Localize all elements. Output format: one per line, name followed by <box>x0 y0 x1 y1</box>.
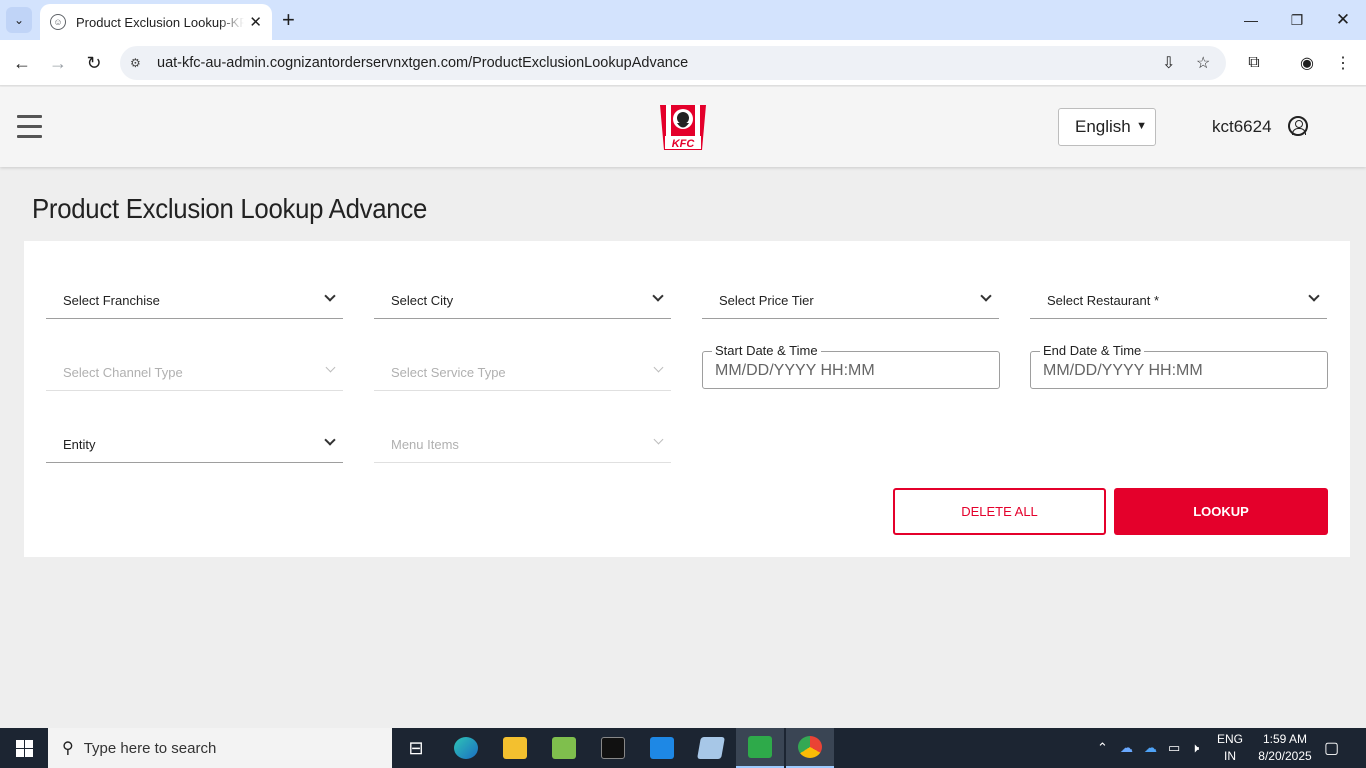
reload-icon[interactable]: ↻ <box>81 50 107 76</box>
end-date-label: End Date & Time <box>1040 343 1145 358</box>
account-icon[interactable] <box>1288 116 1308 136</box>
extensions-icon[interactable]: ⧉ <box>1243 52 1265 74</box>
chevron-down-icon <box>980 290 992 302</box>
chevron-down-icon <box>1308 290 1320 302</box>
channel-type-select[interactable]: Select Channel Type <box>46 353 343 391</box>
chevron-down-icon <box>652 290 664 302</box>
profile-icon[interactable]: ◉ <box>1296 52 1318 74</box>
page-title: Product Exclusion Lookup Advance <box>32 193 428 224</box>
restaurant-select[interactable]: Select Restaurant * <box>1030 281 1327 319</box>
bookmark-star-icon[interactable]: ☆ <box>1196 46 1210 80</box>
system-clock[interactable]: 1:59 AM 8/20/2025 <box>1250 731 1320 765</box>
menu-items-select-label: Menu Items <box>391 437 459 452</box>
restaurant-select-label: Select Restaurant * <box>1047 293 1160 308</box>
input-language-indicator[interactable]: ENG IN <box>1212 731 1248 765</box>
notifications-icon[interactable]: ▢ <box>1324 728 1339 768</box>
language-select[interactable]: English ▼ <box>1058 108 1156 146</box>
region-code: IN <box>1224 749 1236 763</box>
address-bar[interactable]: ⚙ uat-kfc-au-admin.cognizantorderservnxt… <box>120 46 1226 80</box>
notes-icon[interactable] <box>687 728 735 768</box>
windows-logo-icon <box>15 739 33 757</box>
search-icon: ⚲ <box>62 740 74 757</box>
end-date-field[interactable]: End Date & Time MM/DD/YYYY HH:MM <box>1030 343 1328 389</box>
terminal-icon[interactable] <box>589 728 637 768</box>
chevron-down-icon <box>653 362 664 373</box>
site-info-icon[interactable]: ⚙ <box>130 56 150 70</box>
start-button[interactable] <box>0 728 48 768</box>
service-type-select-label: Select Service Type <box>391 365 506 380</box>
taskbar-search[interactable]: ⚲ Type here to search <box>48 728 392 768</box>
browser-tab[interactable]: ☺ Product Exclusion Lookup-KFC- ✕ <box>40 4 272 40</box>
language-code: ENG <box>1216 732 1243 746</box>
chevron-down-icon: ▼ <box>1136 120 1147 132</box>
tab-title: Product Exclusion Lookup-KFC- <box>76 14 244 30</box>
kfc-favicon-icon: ☺ <box>50 14 66 30</box>
language-value: English <box>1075 117 1131 136</box>
chevron-down-icon <box>325 362 336 373</box>
restore-icon[interactable]: ❐ <box>1274 0 1320 40</box>
edge-icon[interactable] <box>442 728 490 768</box>
chrome-icon[interactable] <box>786 728 834 768</box>
lookup-button[interactable]: LOOKUP <box>1114 488 1328 535</box>
hamburger-menu-icon[interactable] <box>17 115 42 139</box>
tab-search-icon[interactable]: ⌄ <box>6 7 32 33</box>
entity-select-label: Entity <box>63 437 96 452</box>
browser-menu-icon[interactable]: ⋮ <box>1332 52 1354 74</box>
end-date-placeholder: MM/DD/YYYY HH:MM <box>1043 362 1203 379</box>
volume-muted-icon[interactable]: 🕨 <box>1191 728 1199 768</box>
start-date-label: Start Date & Time <box>712 343 821 358</box>
network-icon[interactable]: ▭ <box>1168 728 1180 768</box>
franchise-select-label: Select Franchise <box>63 293 160 308</box>
clock-date: 8/20/2025 <box>1258 749 1312 763</box>
new-tab-button[interactable]: + <box>282 8 295 32</box>
channel-type-select-label: Select Channel Type <box>63 365 183 380</box>
cloud-icon[interactable]: ☁ <box>1144 728 1157 768</box>
delete-all-button[interactable]: DELETE ALL <box>893 488 1106 535</box>
logo-text: KFC <box>672 138 696 150</box>
price-tier-select[interactable]: Select Price Tier <box>702 281 999 319</box>
username: kct6624 <box>1212 117 1272 136</box>
app-header: KFC English ▼ kct6624 <box>0 87 1366 167</box>
price-tier-select-label: Select Price Tier <box>719 293 814 308</box>
start-date-field[interactable]: Start Date & Time MM/DD/YYYY HH:MM <box>702 343 1000 389</box>
window-close-icon[interactable]: ✕ <box>1320 0 1366 40</box>
kfc-logo[interactable]: KFC <box>658 103 708 152</box>
taskbar-search-placeholder: Type here to search <box>83 739 217 757</box>
show-hidden-icons-icon[interactable]: ⌃ <box>1097 728 1108 768</box>
back-icon[interactable]: ← <box>9 50 35 76</box>
service-type-select[interactable]: Select Service Type <box>374 353 671 391</box>
notepad-plus-icon[interactable] <box>540 728 588 768</box>
chevron-down-icon <box>653 434 664 445</box>
onedrive-icon[interactable]: ☁ <box>1120 728 1133 768</box>
clock-time: 1:59 AM <box>1262 732 1308 746</box>
city-select-label: Select City <box>391 293 454 308</box>
url-text[interactable]: uat-kfc-au-admin.cognizantorderservnxtge… <box>157 55 688 71</box>
chevron-down-icon <box>324 290 336 302</box>
city-select[interactable]: Select City <box>374 281 671 319</box>
task-view-icon[interactable]: ⊟ <box>392 728 440 768</box>
chevron-down-icon <box>324 434 336 446</box>
start-date-placeholder: MM/DD/YYYY HH:MM <box>715 362 875 379</box>
browser-tab-bar: ⌄ ☺ Product Exclusion Lookup-KFC- ✕ + — … <box>0 0 1366 40</box>
minimize-icon[interactable]: — <box>1228 0 1274 40</box>
windows-taskbar: ⚲ Type here to search ⊟ ⌃ ☁ ☁ ▭ 🕨 ENG IN… <box>0 728 1366 768</box>
entity-select[interactable]: Entity <box>46 425 343 463</box>
forward-icon[interactable]: → <box>45 50 71 76</box>
menu-items-select[interactable]: Menu Items <box>374 425 671 463</box>
media-player-icon[interactable] <box>736 728 784 768</box>
install-app-icon[interactable]: ⇩ <box>1162 46 1175 80</box>
franchise-select[interactable]: Select Franchise <box>46 281 343 319</box>
browser-toolbar: ← → ↻ ⚙ uat-kfc-au-admin.cognizantorders… <box>0 40 1366 86</box>
tab-close-icon[interactable]: ✕ <box>249 13 262 31</box>
file-explorer-icon[interactable] <box>491 728 539 768</box>
app-s-icon[interactable] <box>638 728 686 768</box>
